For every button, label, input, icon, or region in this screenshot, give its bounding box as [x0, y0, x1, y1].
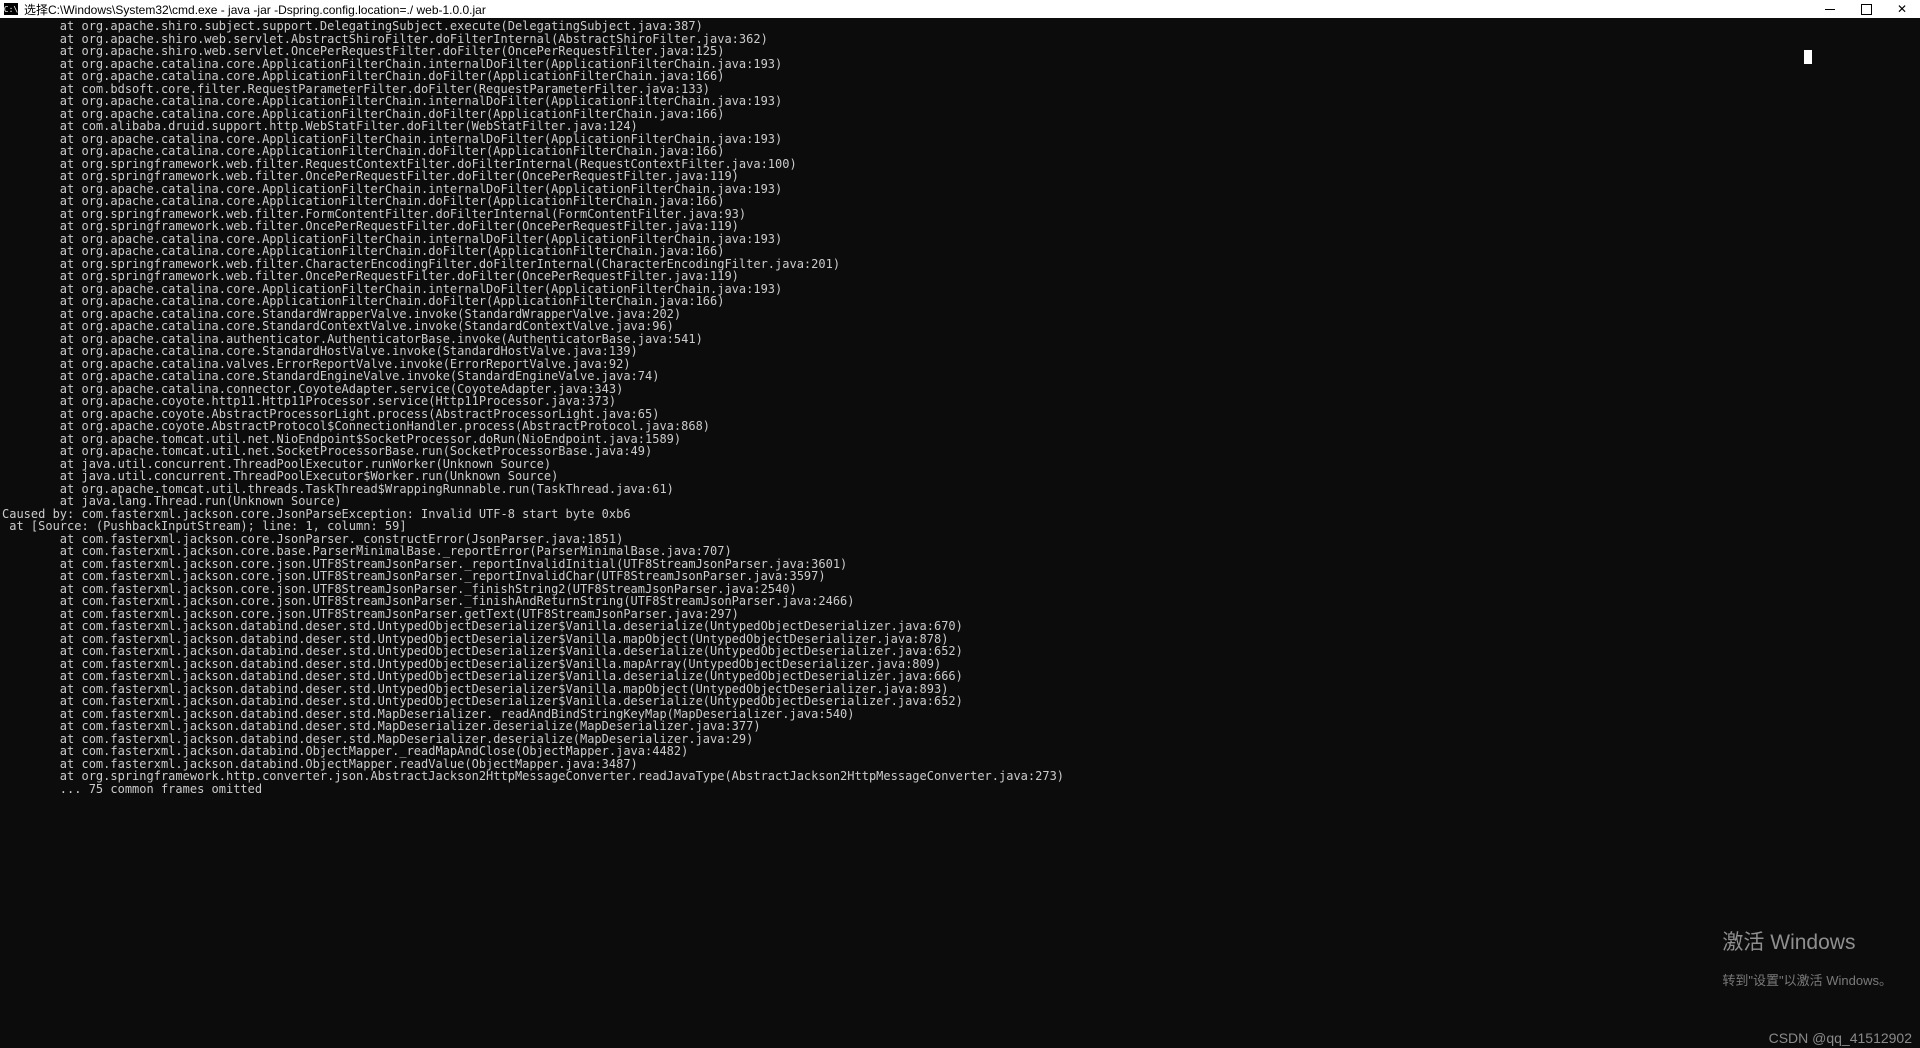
windows-activation-watermark: 激活 Windows 转到"设置"以激活 Windows。 [1722, 912, 1892, 1012]
watermark-line2: 转到"设置"以激活 Windows。 [1722, 975, 1892, 988]
maximize-button[interactable] [1848, 0, 1884, 18]
terminal-output[interactable]: at org.apache.shiro.subject.support.Dele… [0, 18, 1920, 1048]
window-buttons [1812, 0, 1920, 18]
window-title: 选择C:\Windows\System32\cmd.exe - java -ja… [24, 1, 1812, 18]
minimize-button[interactable] [1812, 0, 1848, 18]
close-button[interactable] [1884, 0, 1920, 18]
csdn-watermark: CSDN @qq_41512902 [1769, 1032, 1912, 1045]
cmd-window: C:\ 选择C:\Windows\System32\cmd.exe - java… [0, 0, 1920, 1048]
text-cursor [1804, 50, 1812, 64]
titlebar[interactable]: C:\ 选择C:\Windows\System32\cmd.exe - java… [0, 0, 1920, 18]
stack-trace-text: at org.apache.shiro.subject.support.Dele… [2, 19, 1064, 796]
cmd-icon: C:\ [4, 3, 18, 15]
watermark-line1: 激活 Windows [1722, 937, 1892, 950]
